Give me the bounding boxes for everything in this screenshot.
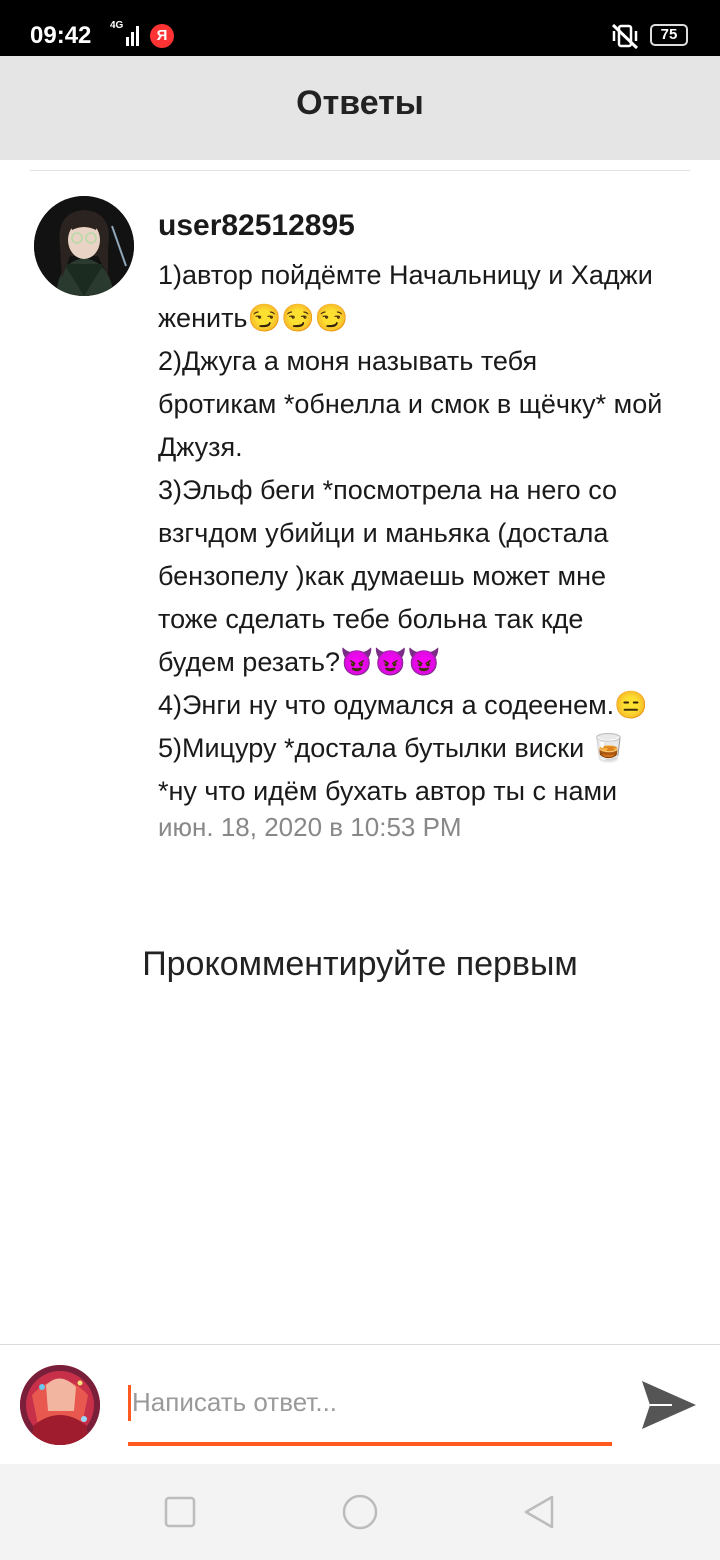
comment-line: 1)автор пойдёмте Начальницу и Хаджи [158,260,653,290]
status-time: 09:42 [30,22,92,49]
comment-line: Джузя. [158,432,243,462]
text-caret [128,1385,131,1421]
comment-line: будем резать?😈😈😈 [158,647,441,677]
empty-replies-message: Прокомментируйте первым [142,945,578,983]
comment-line: тоже сделать тебе больна так кде [158,604,584,634]
avatar-image [20,1365,100,1445]
comment-line: 4)Энги ну что одумался а содеенем.😑 [158,690,648,720]
current-user-avatar [20,1365,100,1445]
send-icon[interactable] [638,1375,700,1435]
divider [30,170,690,171]
comment-line: 3)Эльф беги *посмотрела на него со [158,475,618,505]
reply-input[interactable] [128,1379,612,1425]
square-icon[interactable] [158,1490,202,1534]
triangle-back-icon[interactable] [518,1490,562,1534]
comment-line: взгчдом убийци и маньяка (достала [158,518,609,548]
comment-line: бротикам *обнелла и смок в щёчку* мой [158,389,663,419]
comment-line: женить😏😏😏 [158,303,349,333]
commenter-avatar[interactable] [34,196,134,296]
signal-icon [126,26,139,46]
system-nav-bar [0,1464,720,1560]
comment-line: 2)Джуга а моня называть тебя [158,346,538,376]
yandex-notification-icon: Я [150,24,174,48]
comment-username[interactable]: user82512895 [158,209,355,243]
comment-line: *ну что идём бухать автор ты с нами [158,776,618,806]
avatar-image [34,196,134,296]
comment-line: бензопелу )как думаешь может мне [158,561,606,591]
comment-timestamp: июн. 18, 2020 в 10:53 PM [158,812,462,842]
comment-line: 5)Мицуру *достала бутылки виски 🥃 [158,733,626,763]
app-header: Ответы [0,56,720,160]
reply-composer [0,1344,720,1465]
vibrate-mute-icon [611,23,639,50]
status-bar: 09:42 4G Я 75 [0,0,720,56]
comment-body: 1)автор пойдёмте Начальницу и Хаджи жени… [158,254,718,813]
circle-icon[interactable] [338,1490,382,1534]
input-underline [128,1442,612,1446]
page-title: Ответы [296,84,424,122]
battery-icon: 75 [650,24,688,46]
